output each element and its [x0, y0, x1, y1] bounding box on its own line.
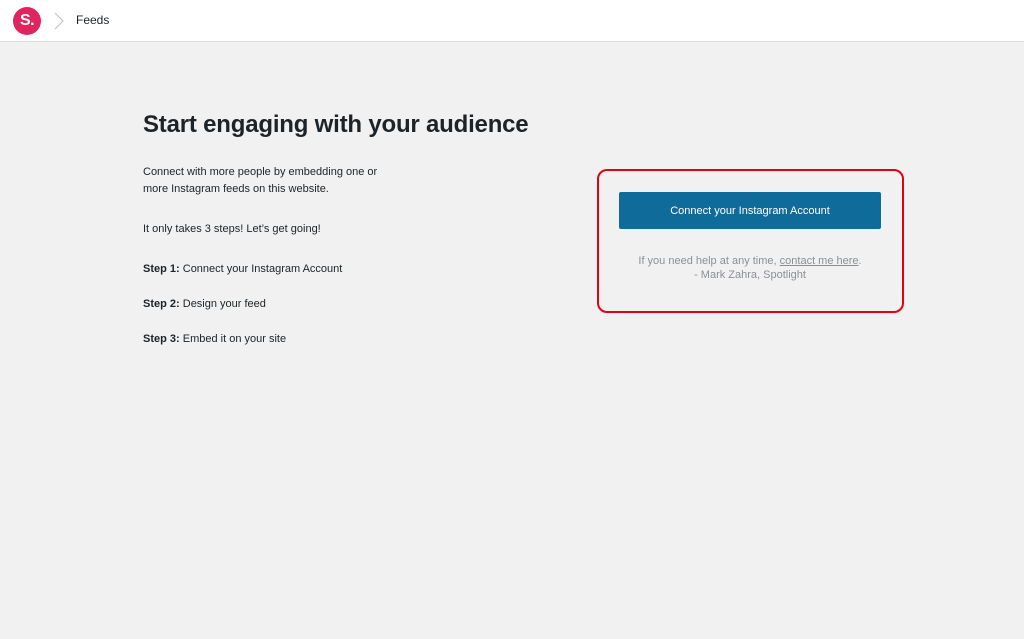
step-3-label: Step 3:	[143, 333, 180, 345]
steps-intro-text: It only takes 3 steps! Let’s get going!	[143, 223, 321, 235]
step-2: Step 2: Design your feed	[143, 298, 266, 310]
spotlight-logo-icon[interactable]: S.	[13, 7, 41, 35]
connect-instagram-button[interactable]: Connect your Instagram Account	[619, 192, 881, 229]
step-1: Step 1: Connect your Instagram Account	[143, 263, 342, 275]
step-3: Step 3: Embed it on your site	[143, 333, 286, 345]
step-2-text: Design your feed	[182, 298, 266, 310]
help-suffix: .	[858, 255, 862, 267]
help-prefix: If you need help at any time,	[638, 255, 777, 267]
step-2-label: Step 2:	[143, 298, 180, 310]
contact-link[interactable]: contact me here	[780, 255, 859, 267]
chevron-right-icon	[54, 12, 64, 30]
help-text: If you need help at any time, contact me…	[600, 254, 900, 282]
step-1-label: Step 1:	[143, 263, 180, 275]
step-3-text: Embed it on your site	[182, 333, 287, 345]
top-bar: S. Feeds	[0, 0, 1024, 42]
breadcrumb-feeds: Feeds	[76, 13, 110, 27]
step-1-text: Connect your Instagram Account	[182, 263, 343, 275]
intro-text: Connect with more people by embedding on…	[143, 166, 378, 195]
connect-highlight-box	[597, 169, 904, 313]
page-title: Start engaging with your audience	[143, 111, 529, 138]
signature: - Mark Zahra, Spotlight	[694, 269, 806, 281]
